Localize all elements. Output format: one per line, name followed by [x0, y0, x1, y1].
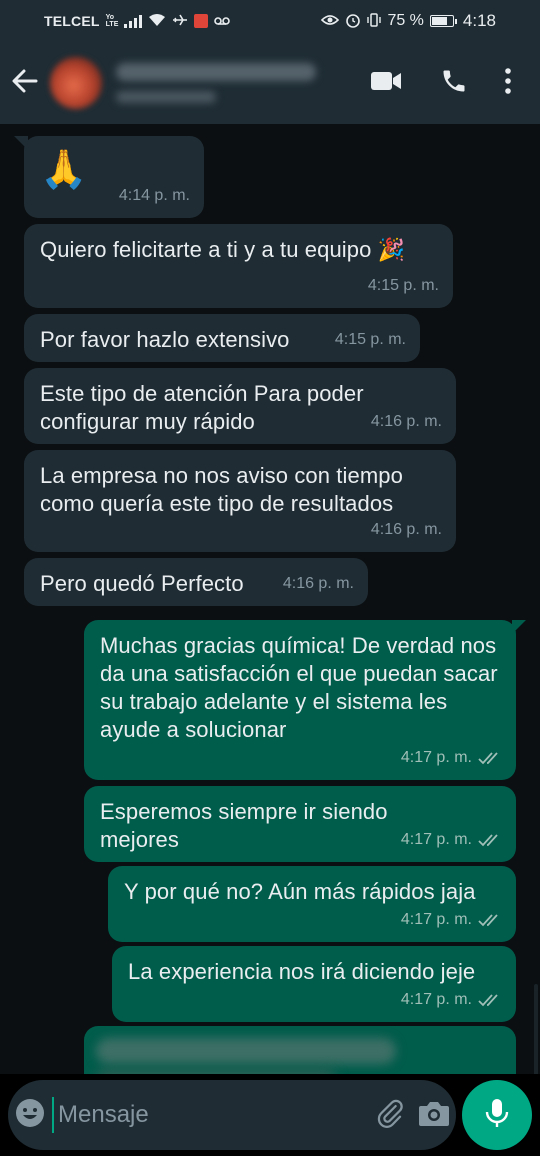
message-incoming[interactable]: Por favor hazlo extensivo 4:15 p. m.: [24, 314, 420, 362]
scrollbar[interactable]: [534, 984, 538, 1074]
message-incoming[interactable]: Pero quedó Perfecto 4:16 p. m.: [24, 558, 368, 606]
voice-call-button[interactable]: [420, 53, 488, 113]
message-text: Y por qué no? Aún más rápidos jaja: [124, 879, 476, 904]
arrow-left-icon: [12, 69, 38, 98]
battery-icon: [429, 15, 457, 27]
back-button[interactable]: [0, 42, 50, 124]
message-text: La empresa no nos aviso con tiempo como …: [40, 463, 403, 516]
phone-icon: [440, 67, 468, 100]
attach-button[interactable]: [368, 1080, 412, 1150]
double-check-icon: [478, 914, 498, 927]
contact-name-redacted: [116, 63, 316, 81]
message-incoming[interactable]: 🙏 4:14 p. m.: [14, 136, 204, 218]
message-incoming[interactable]: Este tipo de atención Para poder configu…: [24, 368, 456, 444]
camera-button[interactable]: [412, 1080, 456, 1150]
status-bar: TELCEL Yo LTE 75 % 4:18: [0, 0, 540, 42]
vibrate-icon: [367, 12, 382, 31]
message-outgoing-redacted[interactable]: [84, 1026, 516, 1074]
paperclip-icon: [375, 1098, 405, 1133]
chat-header: [0, 42, 540, 124]
alarm-icon: [345, 12, 361, 31]
message-text: Por favor hazlo extensivo: [40, 327, 290, 352]
message-outgoing[interactable]: Y por qué no? Aún más rápidos jaja 4:17 …: [108, 866, 516, 942]
message-time: 4:17 p. m.: [401, 986, 502, 1014]
emoji-button[interactable]: [8, 1080, 52, 1150]
message-incoming[interactable]: La empresa no nos aviso con tiempo como …: [24, 450, 456, 552]
signal-icon: [124, 14, 143, 28]
message-input-container: [8, 1080, 456, 1150]
notification-icon: [194, 14, 209, 28]
message-time: 4:15 p. m.: [367, 277, 439, 294]
composer-bar: [0, 1074, 540, 1156]
message-time: 4:16 p. m.: [282, 575, 354, 592]
voice-message-button[interactable]: [462, 1080, 532, 1150]
microphone-icon: [484, 1097, 510, 1134]
airplane-icon: [172, 13, 188, 29]
message-text: Muchas gracias química! De verdad nos da…: [100, 633, 498, 742]
double-check-icon: [478, 834, 498, 847]
camera-icon: [418, 1099, 450, 1132]
wifi-icon: [148, 13, 166, 30]
message-input[interactable]: [52, 1097, 368, 1133]
message-outgoing[interactable]: La experiencia nos irá diciendo jeje 4:1…: [112, 946, 516, 1022]
message-outgoing[interactable]: Muchas gracias química! De verdad nos da…: [84, 620, 526, 780]
battery-percent: 75 %: [387, 12, 424, 29]
message-text: La experiencia nos irá diciendo jeje: [128, 959, 476, 984]
message-time: 4:16 p. m.: [370, 521, 442, 538]
more-options-button[interactable]: [488, 53, 528, 113]
message-time: 4:17 p. m.: [401, 744, 502, 772]
chat-messages[interactable]: 🙏 4:14 p. m. Quiero felicitarte a ti y a…: [0, 124, 540, 1074]
video-call-button[interactable]: [352, 53, 420, 113]
message-outgoing[interactable]: Esperemos siempre ir siendo mejores 4:17…: [84, 786, 516, 862]
message-incoming[interactable]: Quiero felicitarte a ti y a tu equipo 🎉 …: [24, 224, 453, 308]
message-time: 4:17 p. m.: [401, 906, 502, 934]
message-text: Este tipo de atención Para poder configu…: [40, 381, 364, 434]
message-time: 4:16 p. m.: [370, 413, 442, 430]
emoji-icon: [15, 1098, 45, 1133]
double-check-icon: [478, 752, 498, 765]
more-vertical-icon: [505, 67, 511, 99]
contact-status-redacted: [116, 91, 216, 103]
video-camera-icon: [370, 70, 402, 97]
voicemail-icon: [214, 13, 231, 29]
clock: 4:18: [462, 11, 496, 30]
redacted-text: [96, 1038, 396, 1064]
message-time: 4:15 p. m.: [334, 331, 406, 348]
double-check-icon: [478, 994, 498, 1007]
message-text: Pero quedó Perfecto: [40, 571, 244, 596]
contact-info[interactable]: [116, 63, 316, 103]
message-time: 4:17 p. m.: [401, 826, 502, 854]
carrier-name: TELCEL: [44, 13, 100, 29]
message-text: Quiero felicitarte a ti y a tu equipo 🎉: [40, 237, 406, 262]
message-time: 4:14 p. m.: [118, 187, 190, 204]
eye-icon: [321, 13, 340, 29]
avatar[interactable]: [50, 57, 102, 109]
message-text: Esperemos siempre ir siendo mejores: [100, 799, 388, 852]
network-type: Yo LTE: [105, 14, 119, 28]
